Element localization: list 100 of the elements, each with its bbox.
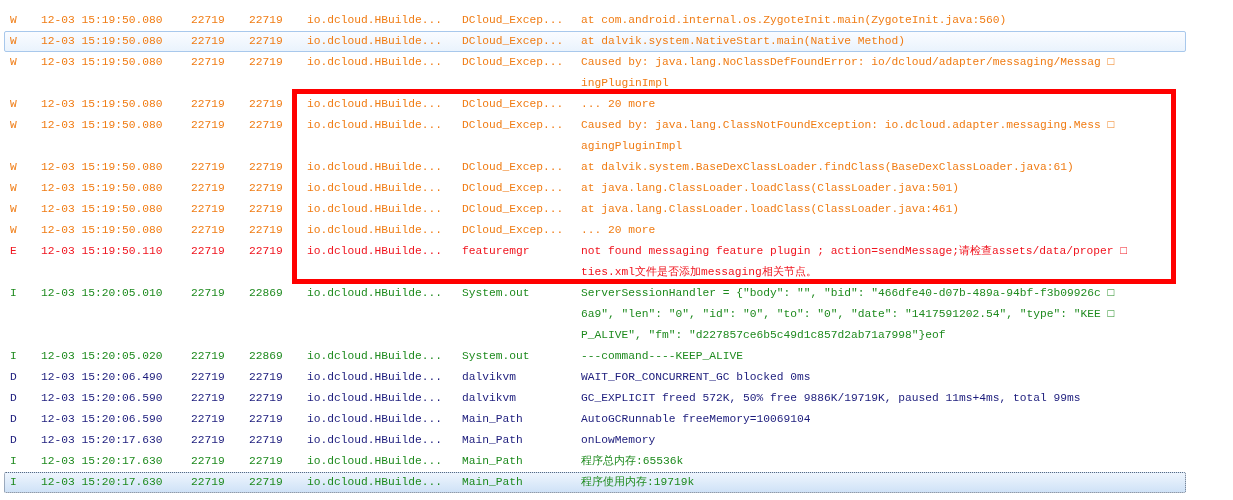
time-cell-text: 12-03 15:19:50.080 xyxy=(41,160,164,175)
application-cell-text: io.dcloud.HBuilde... xyxy=(307,454,444,469)
log-row[interactable]: D 12-03 15:20:06.590 22719 22719 io.dcloud.HBuilde... Main_Path AutoGCRunnable freeMemory=10069104 xyxy=(4,409,1186,430)
tag-cell-text: Main_Path xyxy=(462,433,524,448)
application-cell-text: io.dcloud.HBuilde... xyxy=(307,118,444,133)
tag-cell-text: Main_Path xyxy=(462,475,524,490)
log-row[interactable]: W 12-03 15:19:50.080 22719 22719 io.dcloud.HBuilde... DCloud_Excep... ... 20 more xyxy=(4,220,1186,241)
message-line: at dalvik.system.NativeStart.main(Native Method) xyxy=(581,34,906,49)
message-line: at com.android.internal.os.ZygoteInit.main(ZygoteInit.java:560) xyxy=(581,13,1007,28)
level-cell-text: W xyxy=(10,118,18,133)
time-cell-text: 12-03 15:19:50.080 xyxy=(41,97,164,112)
level-cell-text: W xyxy=(10,34,18,49)
tid-cell-text: 22869 xyxy=(249,286,284,301)
tid-cell-text: 22719 xyxy=(249,13,284,28)
tag-cell-text: featuremgr xyxy=(462,244,531,259)
pid-cell-text: 22719 xyxy=(191,181,226,196)
tag-cell-text: Main_Path xyxy=(462,412,524,427)
application-cell-text: io.dcloud.HBuilde... xyxy=(307,181,444,196)
time-cell-text: 12-03 15:19:50.080 xyxy=(41,223,164,238)
tag-cell-text: DCloud_Excep... xyxy=(462,223,565,238)
level-cell-text: I xyxy=(10,454,18,469)
tid-cell-text: 22719 xyxy=(249,433,284,448)
time-cell-text: 12-03 15:19:50.080 xyxy=(41,202,164,217)
time-cell-text: 12-03 15:19:50.110 xyxy=(41,244,164,259)
tid-cell-text: 22719 xyxy=(249,391,284,406)
log-row[interactable]: I 12-03 15:20:17.630 22719 22719 io.dcloud.HBuilde... Main_Path 程序使用内存:19719k xyxy=(4,472,1186,493)
pid-cell-text: 22719 xyxy=(191,13,226,28)
tag-cell-text: dalvikvm xyxy=(462,391,517,406)
pid-cell-text: 22719 xyxy=(191,118,226,133)
tid-cell-text: 22719 xyxy=(249,181,284,196)
time-cell-text: 12-03 15:20:17.630 xyxy=(41,454,164,469)
message-line: 6a9", "len": "0", "id": "0", "to": "0", "date": "1417591202.54", "type": "KEE □ xyxy=(581,307,1115,322)
pid-cell-text: 22719 xyxy=(191,55,226,70)
tid-cell-text: 22719 xyxy=(249,202,284,217)
level-cell-text: W xyxy=(10,97,18,112)
message-line: ... 20 more xyxy=(581,223,656,238)
log-row[interactable]: D 12-03 15:20:17.630 22719 22719 io.dcloud.HBuilde... Main_Path onLowMemory xyxy=(4,430,1186,451)
level-cell-text: W xyxy=(10,223,18,238)
message-line: 程序总内存:65536k xyxy=(581,454,684,469)
tid-cell-text: 22719 xyxy=(249,223,284,238)
log-row[interactable]: W 12-03 15:19:50.080 22719 22719 io.dcloud.HBuilde... DCloud_Excep... ... 20 more xyxy=(4,94,1186,115)
time-cell-text: 12-03 15:19:50.080 xyxy=(41,55,164,70)
application-cell-text: io.dcloud.HBuilde... xyxy=(307,244,444,259)
tid-cell-text: 22719 xyxy=(249,97,284,112)
level-cell-text: D xyxy=(10,433,18,448)
time-cell-text: 12-03 15:20:05.010 xyxy=(41,286,164,301)
tag-cell-text: Main_Path xyxy=(462,454,524,469)
level-cell-text: D xyxy=(10,391,18,406)
message-line: ServerSessionHandler = {"body": "", "bid": "466dfe40-d07b-489a-94bf-f3b09926c □ xyxy=(581,286,1115,301)
application-cell-text: io.dcloud.HBuilde... xyxy=(307,97,444,112)
application-cell-text: io.dcloud.HBuilde... xyxy=(307,391,444,406)
tag-cell-text: dalvikvm xyxy=(462,370,517,385)
pid-cell-text: 22719 xyxy=(191,160,226,175)
application-cell-text: io.dcloud.HBuilde... xyxy=(307,13,444,28)
time-cell-text: 12-03 15:20:06.590 xyxy=(41,391,164,406)
log-row[interactable]: D 12-03 15:20:06.590 22719 22719 io.dcloud.HBuilde... dalvikvm GC_EXPLICIT freed 572K, 50% free 9886K/19719K, paused 11ms+4ms, total 99ms xyxy=(4,388,1186,409)
log-row[interactable]: W 12-03 15:19:50.080 22719 22719 io.dcloud.HBuilde... DCloud_Excep... at dalvik.system.NativeStart.main(Native Method) xyxy=(4,31,1186,52)
application-cell-text: io.dcloud.HBuilde... xyxy=(307,433,444,448)
tid-cell-text: 22719 xyxy=(249,370,284,385)
tid-cell-text: 22869 xyxy=(249,349,284,364)
message-line: Caused by: java.lang.NoClassDefFoundError: io/dcloud/adapter/messaging/Messag □ xyxy=(581,55,1115,70)
message-line: onLowMemory xyxy=(581,433,656,448)
log-row[interactable]: E 12-03 15:19:50.110 22719 22719 io.dcloud.HBuilde... featuremgr not found messaging feature plugin ; action=sendMessage;请检查assets/data/proper □ ties.xml文件是否添加messaging相关节点。 xyxy=(4,241,1186,283)
tag-cell-text: System.out xyxy=(462,286,531,301)
level-cell-text: D xyxy=(10,412,18,427)
log-row[interactable]: I 12-03 15:20:05.020 22719 22869 io.dcloud.HBuilde... System.out ---command----KEEP_ALIVE xyxy=(4,346,1186,367)
application-cell-text: io.dcloud.HBuilde... xyxy=(307,412,444,427)
pid-cell-text: 22719 xyxy=(191,34,226,49)
log-row[interactable]: W 12-03 15:19:50.080 22719 22719 io.dcloud.HBuilde... DCloud_Excep... at java.lang.ClassLoader.loadClass(ClassLoader.java:501) xyxy=(4,178,1186,199)
message-line: ---command----KEEP_ALIVE xyxy=(581,349,744,364)
message-line: Caused by: java.lang.ClassNotFoundException: io.dcloud.adapter.messaging.Mess □ xyxy=(581,118,1115,133)
pid-cell-text: 22719 xyxy=(191,286,226,301)
message-line: WAIT_FOR_CONCURRENT_GC blocked 0ms xyxy=(581,370,811,385)
level-cell-text: W xyxy=(10,181,18,196)
pid-cell-text: 22719 xyxy=(191,454,226,469)
tag-cell-text: DCloud_Excep... xyxy=(462,118,565,133)
time-cell-text: 12-03 15:20:17.630 xyxy=(41,433,164,448)
log-row[interactable]: W 12-03 15:19:50.080 22719 22719 io.dcloud.HBuilde... DCloud_Excep... at java.lang.ClassLoader.loadClass(ClassLoader.java:461) xyxy=(4,199,1186,220)
pid-cell-text: 22719 xyxy=(191,412,226,427)
pid-cell-text: 22719 xyxy=(191,391,226,406)
time-cell-text: 12-03 15:20:05.020 xyxy=(41,349,164,364)
message-line: at java.lang.ClassLoader.loadClass(ClassLoader.java:501) xyxy=(581,181,960,196)
level-cell-text: W xyxy=(10,160,18,175)
log-row[interactable]: D 12-03 15:20:06.490 22719 22719 io.dcloud.HBuilde... dalvikvm WAIT_FOR_CONCURRENT_GC blocked 0ms xyxy=(4,367,1186,388)
log-row[interactable]: I 12-03 15:20:17.630 22719 22719 io.dcloud.HBuilde... Main_Path 程序总内存:65536k xyxy=(4,451,1186,472)
level-cell-text: I xyxy=(10,286,18,301)
application-cell-text: io.dcloud.HBuilde... xyxy=(307,55,444,70)
pid-cell-text: 22719 xyxy=(191,433,226,448)
time-cell-text: 12-03 15:19:50.080 xyxy=(41,181,164,196)
pid-cell-text: 22719 xyxy=(191,475,226,490)
application-cell-text: io.dcloud.HBuilde... xyxy=(307,223,444,238)
time-cell-text: 12-03 15:19:50.080 xyxy=(41,34,164,49)
message-line: agingPluginImpl xyxy=(581,139,684,154)
pid-cell-text: 22719 xyxy=(191,223,226,238)
level-cell-text: W xyxy=(10,202,18,217)
log-row[interactable]: W 12-03 15:19:50.080 22719 22719 io.dcloud.HBuilde... DCloud_Excep... at dalvik.system.BaseDexClassLoader.findClass(BaseDexClassLoader.java:61) xyxy=(4,157,1186,178)
level-cell-text: E xyxy=(10,244,18,259)
tid-cell-text: 22719 xyxy=(249,34,284,49)
application-cell-text: io.dcloud.HBuilde... xyxy=(307,202,444,217)
log-row[interactable]: W 12-03 15:19:50.080 22719 22719 io.dcloud.HBuilde... DCloud_Excep... at com.android.internal.os.ZygoteInit.main(ZygoteInit.java:560) xyxy=(4,10,1186,31)
